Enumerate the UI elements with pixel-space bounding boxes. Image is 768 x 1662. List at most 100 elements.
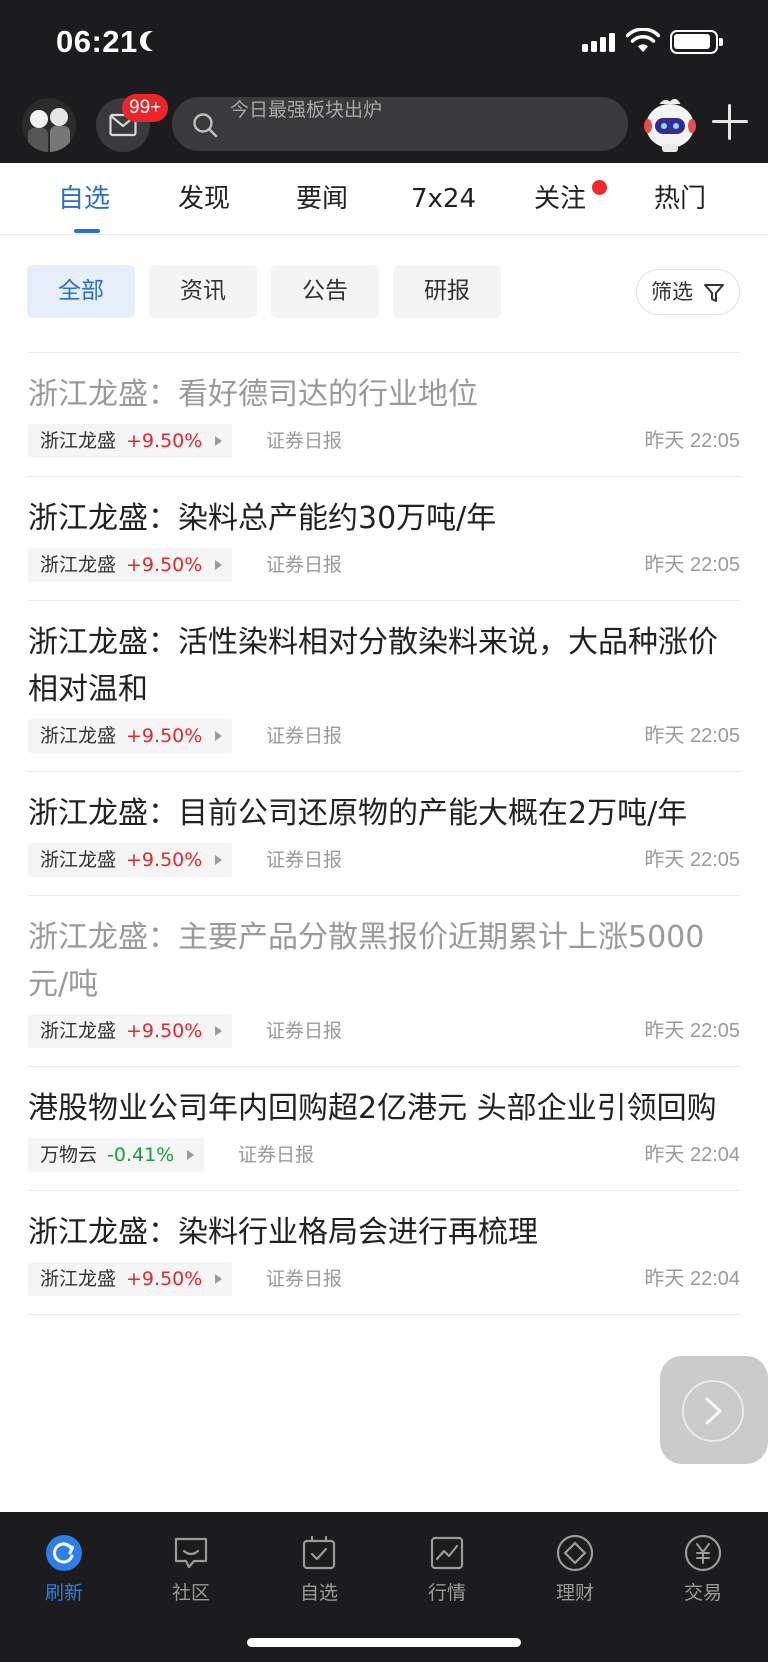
news-source: 证券日报 xyxy=(238,1144,315,1166)
cellular-signal-icon xyxy=(582,32,618,52)
news-time: 昨天 22:05 xyxy=(644,554,740,576)
filter-button[interactable]: 筛选 xyxy=(636,269,740,315)
community-icon xyxy=(174,1537,208,1569)
bottom-tab-wealth[interactable]: 理财 xyxy=(535,1522,615,1605)
news-meta: 浙江龙盛 +9.50% 证券日报 昨天 22:05 xyxy=(28,719,740,753)
market-icon xyxy=(430,1536,464,1570)
filter-label: 筛选 xyxy=(651,280,693,304)
stock-change: +9.50% xyxy=(126,554,203,576)
stock-tag[interactable]: 浙江龙盛 +9.50% xyxy=(28,424,233,458)
chip-announcements[interactable]: 公告 xyxy=(271,265,379,318)
news-meta: 万物云 -0.41% 证券日报 昨天 22:04 xyxy=(28,1138,740,1172)
play-arrow-icon xyxy=(215,855,223,865)
news-item[interactable]: 浙江龙盛：染料总产能约30万吨/年 浙江龙盛 +9.50% 证券日报 昨天 22:… xyxy=(28,476,740,600)
news-item[interactable]: 浙江龙盛：目前公司还原物的产能大概在2万吨/年 浙江龙盛 +9.50% 证券日报 … xyxy=(28,771,740,895)
filter-icon xyxy=(704,284,724,302)
assistant-robot-icon[interactable] xyxy=(640,96,700,154)
chevron-right-icon xyxy=(705,1397,722,1425)
add-button[interactable] xyxy=(712,104,748,140)
stock-name: 浙江龙盛 xyxy=(40,725,117,747)
news-time: 昨天 22:05 xyxy=(644,849,740,871)
tab-hot[interactable]: 热门 xyxy=(654,181,706,217)
news-source: 证券日报 xyxy=(266,725,343,747)
tab-watchlist[interactable]: 自选 xyxy=(58,181,110,217)
news-source: 证券日报 xyxy=(266,554,343,576)
notification-dot xyxy=(592,180,607,195)
news-time: 昨天 22:04 xyxy=(644,1268,740,1290)
user-avatar[interactable] xyxy=(22,98,76,152)
watchlist-icon xyxy=(302,1535,336,1570)
news-source: 证券日报 xyxy=(266,1268,343,1290)
stock-change: +9.50% xyxy=(126,1268,203,1290)
bottom-tab-trade[interactable]: 交易 xyxy=(663,1522,743,1605)
stock-tag[interactable]: 浙江龙盛 +9.50% xyxy=(28,1262,233,1296)
play-arrow-icon xyxy=(187,1150,195,1160)
next-float-button[interactable] xyxy=(660,1356,768,1464)
bottom-tab-community[interactable]: 社区 xyxy=(151,1522,231,1605)
status-time: 06:21 xyxy=(56,24,138,59)
stock-name: 浙江龙盛 xyxy=(40,1268,117,1290)
play-arrow-icon xyxy=(215,731,223,741)
tab-headlines[interactable]: 要闻 xyxy=(296,181,348,217)
news-title: 浙江龙盛：主要产品分散黑报价近期累计上涨5000元/吨 xyxy=(28,920,705,1002)
news-item[interactable]: 浙江龙盛：主要产品分散黑报价近期累计上涨5000元/吨 浙江龙盛 +9.50% 证… xyxy=(28,895,740,1066)
moon-icon xyxy=(146,31,166,51)
bottom-tab-refresh[interactable]: 刷新 xyxy=(24,1522,104,1605)
news-source: 证券日报 xyxy=(266,849,343,871)
tab-discover[interactable]: 发现 xyxy=(178,181,230,217)
bottom-tab-label: 刷新 xyxy=(44,1582,83,1604)
news-title: 港股物业公司年内回购超2亿港元 头部企业引领回购 xyxy=(28,1091,717,1126)
news-title: 浙江龙盛：染料总产能约30万吨/年 xyxy=(28,501,497,536)
bottom-tab-watchlist[interactable]: 自选 xyxy=(279,1522,359,1605)
app-screen: 06:21 99+ 今日最强板块出炉 自选 发现 要闻 7x24 关注 热门 全… xyxy=(0,0,768,1662)
tab-following[interactable]: 关注 xyxy=(534,181,586,217)
active-tab-indicator xyxy=(74,229,100,233)
bottom-tab-label: 交易 xyxy=(683,1582,722,1604)
bottom-tab-market[interactable]: 行情 xyxy=(407,1522,487,1605)
play-arrow-icon xyxy=(215,560,223,570)
news-meta: 浙江龙盛 +9.50% 证券日报 昨天 22:05 xyxy=(28,843,740,877)
battery-icon xyxy=(670,30,723,54)
news-item[interactable]: 浙江龙盛：染料行业格局会进行再梳理 浙江龙盛 +9.50% 证券日报 昨天 22:… xyxy=(28,1190,740,1314)
stock-change: +9.50% xyxy=(126,1020,203,1042)
bottom-tab-label: 理财 xyxy=(555,1582,594,1604)
wifi-icon xyxy=(626,28,660,52)
stock-tag[interactable]: 浙江龙盛 +9.50% xyxy=(28,719,233,753)
search-bar[interactable]: 今日最强板块出炉 xyxy=(172,97,628,151)
news-title: 浙江龙盛：看好德司达的行业地位 xyxy=(28,377,478,412)
channel-tabs: 自选 发现 要闻 7x24 关注 热门 xyxy=(0,163,768,235)
news-time: 昨天 22:04 xyxy=(644,1144,740,1166)
news-time: 昨天 22:05 xyxy=(644,430,740,452)
news-time: 昨天 22:05 xyxy=(644,1020,740,1042)
stock-tag[interactable]: 浙江龙盛 +9.50% xyxy=(28,548,233,582)
news-time: 昨天 22:05 xyxy=(644,725,740,747)
refresh-icon xyxy=(46,1535,82,1571)
news-source: 证券日报 xyxy=(266,430,343,452)
wealth-icon xyxy=(556,1534,594,1572)
news-item[interactable]: 港股物业公司年内回购超2亿港元 头部企业引领回购 万物云 -0.41% 证券日报 … xyxy=(28,1066,740,1190)
tab-7x24[interactable]: 7x24 xyxy=(411,181,476,217)
news-item-partial[interactable] xyxy=(28,1314,740,1394)
stock-name: 万物云 xyxy=(40,1144,98,1166)
home-indicator xyxy=(247,1638,521,1647)
chip-all[interactable]: 全部 xyxy=(27,265,135,318)
stock-name: 浙江龙盛 xyxy=(40,430,117,452)
news-item[interactable]: 浙江龙盛：活性染料相对分散染料来说，大品种涨价相对温和 浙江龙盛 +9.50% 证… xyxy=(28,600,740,771)
news-meta: 浙江龙盛 +9.50% 证券日报 昨天 22:05 xyxy=(28,424,740,458)
news-source: 证券日报 xyxy=(266,1020,343,1042)
chip-news[interactable]: 资讯 xyxy=(149,265,257,318)
stock-tag[interactable]: 浙江龙盛 +9.50% xyxy=(28,843,233,877)
trade-icon xyxy=(684,1534,722,1572)
news-meta: 浙江龙盛 +9.50% 证券日报 昨天 22:05 xyxy=(28,1014,740,1048)
stock-tag[interactable]: 浙江龙盛 +9.50% xyxy=(28,1014,233,1048)
chip-research[interactable]: 研报 xyxy=(393,265,501,318)
news-title: 浙江龙盛：活性染料相对分散染料来说，大品种涨价相对温和 xyxy=(28,625,718,707)
stock-change: +9.50% xyxy=(126,849,203,871)
stock-tag[interactable]: 万物云 -0.41% xyxy=(28,1138,205,1172)
bottom-tab-label: 行情 xyxy=(427,1582,466,1604)
play-arrow-icon xyxy=(215,1026,223,1036)
news-title: 浙江龙盛：染料行业格局会进行再梳理 xyxy=(28,1215,538,1250)
stock-change: +9.50% xyxy=(126,725,203,747)
news-item[interactable]: 浙江龙盛：看好德司达的行业地位 浙江龙盛 +9.50% 证券日报 昨天 22:05 xyxy=(28,352,740,476)
news-meta: 浙江龙盛 +9.50% 证券日报 昨天 22:05 xyxy=(28,548,740,582)
